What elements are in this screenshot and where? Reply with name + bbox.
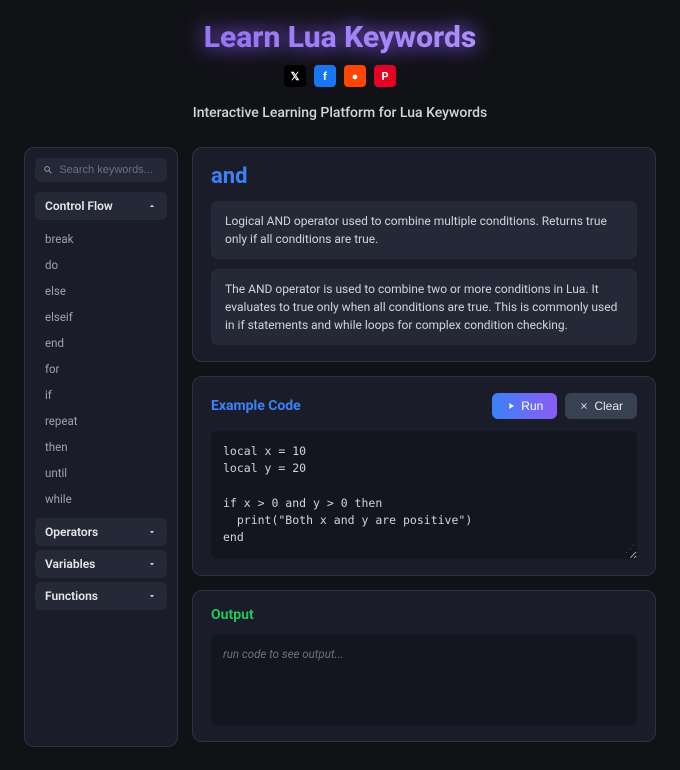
chevron-down-icon bbox=[147, 591, 157, 601]
play-icon bbox=[506, 401, 516, 411]
keyword-else[interactable]: else bbox=[35, 278, 167, 304]
facebook-icon[interactable]: f bbox=[314, 65, 336, 87]
page-title: Learn Lua Keywords bbox=[0, 20, 680, 55]
keyword-then[interactable]: then bbox=[35, 434, 167, 460]
chevron-down-icon bbox=[147, 559, 157, 569]
example-title: Example Code bbox=[211, 398, 301, 414]
output-title: Output bbox=[211, 607, 637, 623]
category-functions[interactable]: Functions bbox=[35, 582, 167, 610]
long-description: The AND operator is used to combine two … bbox=[211, 269, 637, 345]
category-label: Variables bbox=[45, 557, 95, 571]
category-control-flow[interactable]: Control Flow bbox=[35, 192, 167, 220]
search-box bbox=[35, 158, 167, 182]
keyword-repeat[interactable]: repeat bbox=[35, 408, 167, 434]
sidebar: Control Flow break do else elseif end fo… bbox=[24, 147, 178, 747]
keyword-detail-panel: and Logical AND operator used to combine… bbox=[192, 147, 656, 362]
social-icons: 𝕏 f ● P bbox=[0, 65, 680, 87]
subtitle: Interactive Learning Platform for Lua Ke… bbox=[0, 105, 680, 121]
keyword-do[interactable]: do bbox=[35, 252, 167, 278]
run-button[interactable]: Run bbox=[492, 393, 557, 419]
resize-handle-icon[interactable]: ⋰ bbox=[625, 542, 635, 557]
keyword-list: break do else elseif end for if repeat t… bbox=[35, 224, 167, 518]
keyword-name: and bbox=[211, 164, 637, 189]
keyword-end[interactable]: end bbox=[35, 330, 167, 356]
keyword-for[interactable]: for bbox=[35, 356, 167, 382]
search-input[interactable] bbox=[59, 164, 159, 176]
output-area: run code to see output... bbox=[211, 635, 637, 725]
clear-label: Clear bbox=[594, 399, 623, 413]
output-panel: Output run code to see output... bbox=[192, 590, 656, 742]
example-panel: Example Code Run Clear local x = 10 loca… bbox=[192, 376, 656, 576]
keyword-if[interactable]: if bbox=[35, 382, 167, 408]
keyword-break[interactable]: break bbox=[35, 226, 167, 252]
category-label: Operators bbox=[45, 525, 98, 539]
search-icon bbox=[43, 164, 53, 176]
keyword-elseif[interactable]: elseif bbox=[35, 304, 167, 330]
short-description: Logical AND operator used to combine mul… bbox=[211, 201, 637, 259]
category-variables[interactable]: Variables bbox=[35, 550, 167, 578]
chevron-down-icon bbox=[147, 527, 157, 537]
code-editor[interactable]: local x = 10 local y = 20 if x > 0 and y… bbox=[211, 431, 637, 559]
clear-button[interactable]: Clear bbox=[565, 393, 637, 419]
category-label: Control Flow bbox=[45, 199, 113, 213]
category-operators[interactable]: Operators bbox=[35, 518, 167, 546]
run-label: Run bbox=[521, 399, 543, 413]
keyword-while[interactable]: while bbox=[35, 486, 167, 512]
close-icon bbox=[579, 401, 589, 411]
x-icon[interactable]: 𝕏 bbox=[284, 65, 306, 87]
keyword-until[interactable]: until bbox=[35, 460, 167, 486]
pinterest-icon[interactable]: P bbox=[374, 65, 396, 87]
category-label: Functions bbox=[45, 589, 98, 603]
chevron-up-icon bbox=[147, 201, 157, 211]
reddit-icon[interactable]: ● bbox=[344, 65, 366, 87]
